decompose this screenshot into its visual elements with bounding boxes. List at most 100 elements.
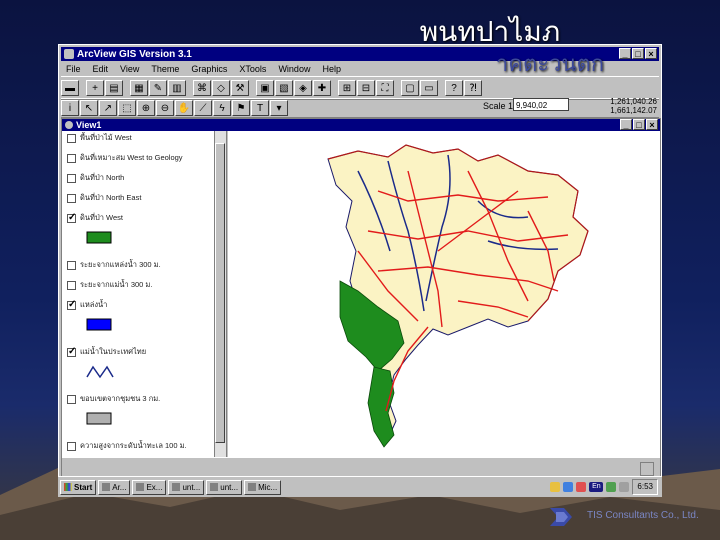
theme-item[interactable]: ระยะจากแหล่งน้ำ 300 ม. <box>62 258 226 278</box>
network-icon[interactable] <box>606 482 617 492</box>
context-help-icon[interactable]: ⁈ <box>464 80 482 96</box>
task-untitled-1[interactable]: unt... <box>168 479 205 495</box>
legend-fill-swatch <box>86 231 112 244</box>
menu-file[interactable]: File <box>61 64 88 74</box>
text-tool-icon[interactable]: T <box>251 100 269 116</box>
zoom-selected-icon[interactable]: ◈ <box>294 80 312 96</box>
vertex-edit-icon[interactable]: ↗ <box>99 100 117 116</box>
resize-grip-icon[interactable] <box>640 462 654 476</box>
theme-item[interactable]: ดินที่ป่า North <box>62 171 226 191</box>
theme-checkbox[interactable] <box>67 261 76 270</box>
theme-item[interactable]: ดินที่ป่า North East <box>62 191 226 211</box>
theme-item[interactable]: ดินที่เหมาะสม West to Geology <box>62 151 226 171</box>
arcview-task-icon <box>102 483 111 491</box>
task-explorer[interactable]: Ex... <box>132 479 167 495</box>
legend-symbol <box>86 231 112 244</box>
task-label: Ar... <box>112 482 127 492</box>
zoom-in-icon[interactable]: ✚ <box>313 80 331 96</box>
menu-view[interactable]: View <box>115 64 146 74</box>
table-icon[interactable]: ▥ <box>168 80 186 96</box>
theme-item[interactable]: ✓ แหล่งน้ำ <box>62 298 226 318</box>
theme-checkbox[interactable]: ✓ <box>67 347 76 357</box>
legend-line-swatch <box>86 365 114 379</box>
document-task-icon <box>172 483 181 491</box>
identify-icon[interactable]: i <box>61 100 79 116</box>
view-title: View1 <box>76 120 102 130</box>
quicklaunch-icon[interactable] <box>550 482 561 492</box>
theme-label: ขอบเขตจากชุมชน 3 กม. <box>80 394 161 403</box>
zoom-active-icon[interactable]: ▧ <box>275 80 293 96</box>
view-close-button[interactable]: × <box>646 119 658 130</box>
table-of-contents[interactable]: พื้นที่ป่าไม้ West ดินที่เหมาะสม West to … <box>62 131 227 457</box>
draw-tool-icon[interactable]: ▾ <box>270 100 288 116</box>
coordinate-readout: 1,261,040.26 1,661,142.07 <box>599 97 657 115</box>
theme-item[interactable]: ความสูงจากระดับน้ำทะเล 100 ม. <box>62 439 226 457</box>
theme-label: ดินที่ป่า North East <box>80 193 142 202</box>
menu-theme[interactable]: Theme <box>146 64 186 74</box>
pointer-icon[interactable]: ↖ <box>80 100 98 116</box>
legend-symbol <box>86 412 112 425</box>
theme-checkbox[interactable] <box>67 194 76 203</box>
theme-item[interactable]: ขอบเขตจากชุมชน 3 กม. <box>62 392 226 412</box>
theme-properties-icon[interactable]: ▤ <box>105 80 123 96</box>
task-label: unt... <box>220 482 239 492</box>
query-icon[interactable]: ⌘ <box>193 80 211 96</box>
hotlink-icon[interactable]: ϟ <box>213 100 231 116</box>
theme-item[interactable]: ✓ แม่น้ำในประเทศไทย <box>62 345 226 365</box>
scale-input[interactable]: 9,940,02 <box>513 98 569 111</box>
language-indicator[interactable]: En <box>589 482 604 492</box>
view-minimize-button[interactable]: _ <box>620 119 632 130</box>
theme-item[interactable]: ✓ ดินที่ป่า West <box>62 211 226 231</box>
zoom-out-tool-icon[interactable]: ⊖ <box>156 100 174 116</box>
zoom-full-icon[interactable]: ▣ <box>256 80 274 96</box>
view-maximize-button[interactable]: □ <box>633 119 645 130</box>
theme-label: ดินที่เหมาะสม West to Geology <box>80 153 183 162</box>
theme-checkbox[interactable] <box>67 134 76 143</box>
label-icon[interactable]: ⚑ <box>232 100 250 116</box>
hammer-icon[interactable]: ⚒ <box>231 80 249 96</box>
document-task-icon <box>210 483 219 491</box>
save-icon[interactable]: ▬ <box>61 80 79 96</box>
media-icon[interactable] <box>576 482 587 492</box>
app-title: ArcView GIS Version 3.1 <box>77 48 192 60</box>
task-arcview[interactable]: Ar... <box>98 479 131 495</box>
measure-icon[interactable]: ⟋ <box>194 100 212 116</box>
task-microsoft[interactable]: Mic... <box>244 479 282 495</box>
toc-scroll-thumb[interactable] <box>215 143 225 443</box>
add-theme-icon[interactable]: + <box>86 80 104 96</box>
layout-icon[interactable]: ▭ <box>420 80 438 96</box>
theme-checkbox[interactable] <box>67 174 76 183</box>
select-features-icon[interactable]: ⊞ <box>338 80 356 96</box>
theme-label: ดินที่ป่า West <box>80 213 123 222</box>
zoom-in-tool-icon[interactable]: ⊕ <box>137 100 155 116</box>
browser-icon[interactable] <box>563 482 574 492</box>
start-button[interactable]: Start <box>60 479 97 495</box>
toc-scrollbar[interactable] <box>214 131 226 457</box>
theme-checkbox[interactable] <box>67 154 76 163</box>
explorer-task-icon <box>136 483 145 491</box>
theme-checkbox[interactable] <box>67 395 76 404</box>
theme-checkbox[interactable] <box>67 281 76 290</box>
taskbar: Start Ar... Ex... unt... unt... Mic... E… <box>58 476 662 497</box>
task-untitled-2[interactable]: unt... <box>206 479 243 495</box>
volume-icon[interactable] <box>619 482 630 492</box>
overview-icon[interactable]: ▢ <box>401 80 419 96</box>
pan-icon[interactable]: ✋ <box>175 100 193 116</box>
select-feature-icon[interactable]: ⬚ <box>118 100 136 116</box>
locate-icon[interactable]: ◇ <box>212 80 230 96</box>
map-canvas[interactable] <box>228 131 660 457</box>
theme-label: ความสูงจากระดับน้ำทะเล 100 ม. <box>80 441 187 450</box>
edit-legend-icon[interactable]: ✎ <box>149 80 167 96</box>
clear-selection-icon[interactable]: ⊟ <box>357 80 375 96</box>
theme-item[interactable]: ระยะจากแม่น้ำ 300 ม. <box>62 278 226 298</box>
theme-checkbox[interactable] <box>67 442 76 451</box>
theme-checkbox[interactable]: ✓ <box>67 300 76 310</box>
menu-edit[interactable]: Edit <box>88 64 116 74</box>
extent-icon[interactable]: ⛶ <box>376 80 394 96</box>
help-icon[interactable]: ? <box>445 80 463 96</box>
theme-item[interactable]: พื้นที่ป่าไม้ West <box>62 131 226 151</box>
theme-checkbox[interactable]: ✓ <box>67 213 76 223</box>
legend-editor-icon[interactable]: ▦ <box>130 80 148 96</box>
theme-label: แหล่งน้ำ <box>80 300 108 309</box>
view-window: View1 _ □ × พื้นที่ป่าไม้ West ดินที่เหมา… <box>61 118 661 494</box>
